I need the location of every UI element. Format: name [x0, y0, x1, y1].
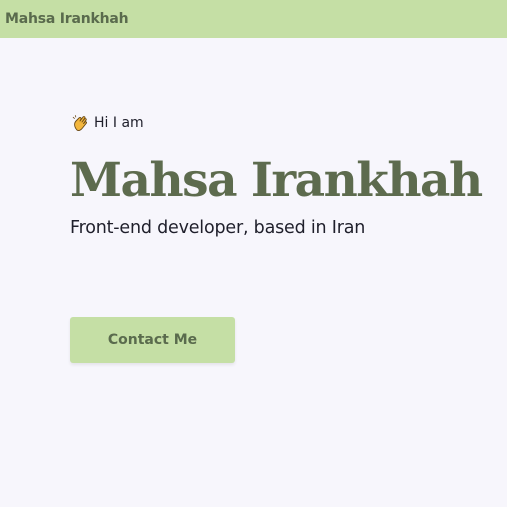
greeting-text: Hi I am — [94, 115, 144, 131]
hero-section: Hi I am Mahsa Irankhah Front-end develop… — [70, 111, 507, 238]
greeting: Hi I am — [70, 111, 507, 135]
hero-tagline: Front-end developer, based in Iran — [70, 218, 366, 238]
hero-name-heading: Mahsa Irankhah — [70, 153, 483, 208]
top-navbar: Mahsa Irankhah — [0, 0, 507, 38]
brand-logo-text[interactable]: Mahsa Irankhah — [5, 11, 129, 27]
contact-me-button[interactable]: Contact Me — [70, 317, 235, 363]
waving-hand-icon — [72, 114, 90, 132]
